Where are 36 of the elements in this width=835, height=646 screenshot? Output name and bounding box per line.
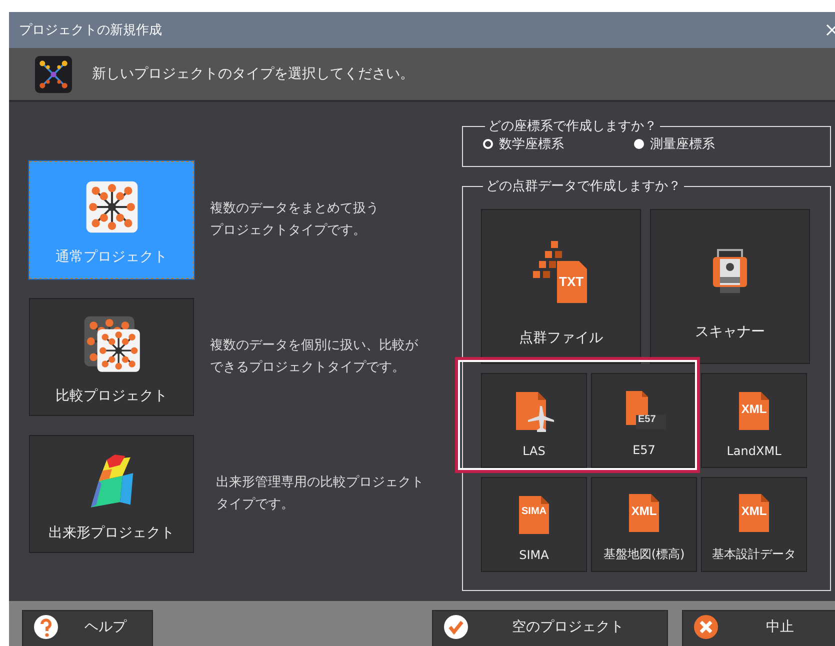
data-source-tile[interactable]: E57 E57 (591, 373, 697, 468)
data-source-tile[interactable]: XML LandXML (701, 373, 807, 468)
network-icon (84, 180, 138, 234)
group-legend: どの点群データで作成しますか？ (483, 177, 684, 195)
data-source-tile[interactable]: SIMA SIMA (481, 477, 587, 572)
file-icon: XML (737, 390, 771, 432)
data-source-tile[interactable]: LAS (481, 373, 587, 468)
footer-button[interactable]: ヘルプ (22, 610, 153, 646)
project-description: 複数のデータをまとめて扱うプロジェクトタイプです。 (210, 200, 380, 240)
data-source-tile[interactable]: TXT 点群ファイル (481, 209, 641, 364)
help-icon (33, 614, 59, 640)
close-icon[interactable] (825, 23, 835, 37)
instruction-text: 新しいプロジェクトのタイプを選択してください。 (92, 65, 414, 83)
group-legend: どの座標系で作成しますか？ (485, 117, 660, 135)
check-icon (443, 614, 469, 640)
data-source-tile[interactable]: XML 基盤地図(標高) (591, 477, 697, 572)
file-icon: XML (627, 492, 661, 534)
window-title: プロジェクトの新規作成 (19, 22, 162, 39)
app-logo-icon (35, 56, 72, 92)
footer-button[interactable]: 空のプロジェクト (432, 610, 668, 646)
airplane-file-icon (514, 390, 554, 432)
file-icon: SIMA (517, 494, 551, 536)
radio-button[interactable] (483, 139, 493, 149)
project-type-tile[interactable]: 比較プロジェクト (29, 298, 194, 416)
project-description: 出来形管理専用の比較プロジェクトタイプです。 (216, 474, 425, 514)
cancel-icon (693, 614, 719, 640)
footer-button[interactable]: 中止 (682, 610, 835, 646)
radio-label[interactable]: 測量座標系 (650, 135, 715, 153)
network-pair-icon (82, 315, 140, 373)
data-source-tile[interactable]: XML 基本設計データ (701, 477, 807, 572)
file-icon: XML (737, 492, 771, 534)
project-description: 複数のデータを個別に扱い、比較ができるプロジェクトタイプです。 (210, 337, 419, 377)
radio-button[interactable] (634, 139, 644, 149)
project-type-tile[interactable]: 出来形プロジェクト (29, 435, 194, 553)
data-source-tile[interactable]: スキャナー (650, 209, 810, 364)
radio-label[interactable]: 数学座標系 (499, 135, 564, 153)
